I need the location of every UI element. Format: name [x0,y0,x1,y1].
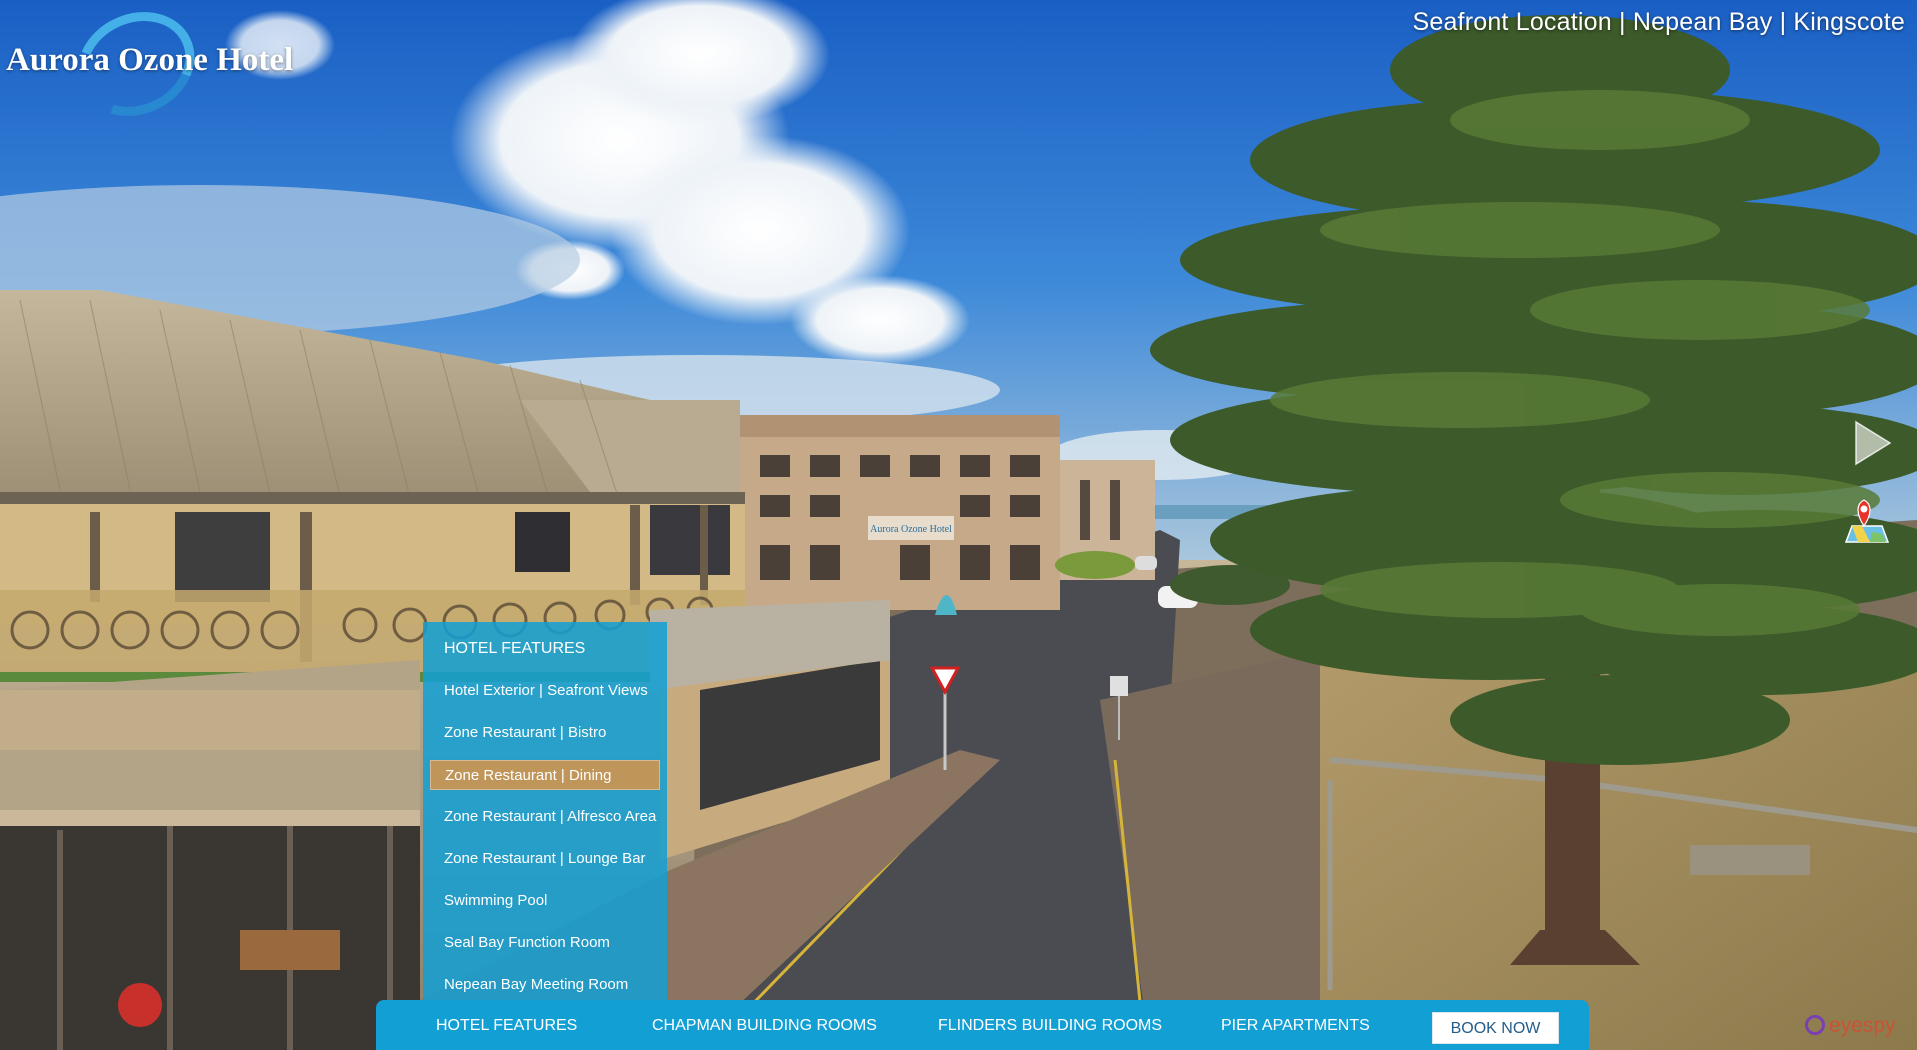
logo-text: Aurora Ozone Hotel [6,42,294,78]
nav-pier-apartments[interactable]: PIER APARTMENTS [1221,1000,1370,1050]
panorama-image: Aurora Ozone Hotel [0,0,1917,1050]
building-sign: Aurora Ozone Hotel [870,524,952,535]
menu-item-restaurant-lounge-bar[interactable]: Zone Restaurant | Lounge Bar [430,838,660,880]
menu-item-swimming-pool[interactable]: Swimming Pool [430,880,660,922]
hotel-features-menu: HOTEL FEATURES Hotel Exterior | Seafront… [423,622,667,1002]
menu-item-seal-bay-function-room[interactable]: Seal Bay Function Room [430,922,660,964]
nav-flinders-building-rooms[interactable]: FLINDERS BUILDING ROOMS [938,1000,1162,1050]
nav-hotel-features[interactable]: HOTEL FEATURES [436,1000,577,1050]
menu-item-hotel-exterior[interactable]: Hotel Exterior | Seafront Views [430,670,660,712]
credit-text: eyespy [1829,1014,1896,1037]
eyespy-logo-icon [1805,1015,1825,1035]
menu-item-restaurant-dining[interactable]: Zone Restaurant | Dining [430,760,660,790]
panorama-view[interactable]: Aurora Ozone Hotel [0,0,1917,1050]
eyespy-credit-link[interactable]: eyespy [1803,1012,1913,1040]
map-pin-icon [1844,499,1890,543]
bottom-nav-bar: HOTEL FEATURES CHAPMAN BUILDING ROOMS FL… [376,1000,1589,1050]
hotel-logo[interactable]: Aurora Ozone Hotel [6,0,296,135]
chevron-right-icon [1855,420,1892,466]
menu-item-restaurant-bistro[interactable]: Zone Restaurant | Bistro [430,712,660,754]
next-scene-button[interactable] [1852,420,1892,466]
menu-header[interactable]: HOTEL FEATURES [430,628,660,670]
map-button[interactable] [1842,496,1892,546]
location-tagline: Seafront Location | Nepean Bay | Kingsco… [1412,8,1905,36]
book-now-button[interactable]: BOOK NOW [1432,1012,1559,1044]
menu-item-restaurant-alfresco[interactable]: Zone Restaurant | Alfresco Area [430,796,660,838]
nav-chapman-building-rooms[interactable]: CHAPMAN BUILDING ROOMS [652,1000,877,1050]
